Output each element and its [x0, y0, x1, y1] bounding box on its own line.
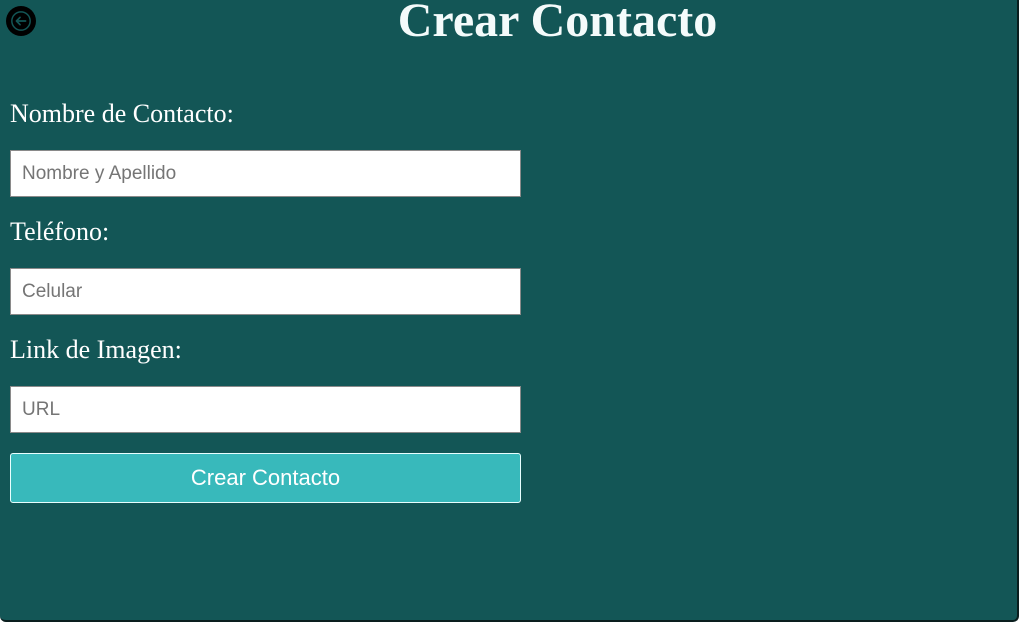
- phone-input[interactable]: [10, 268, 521, 315]
- page-title: Crear Contacto: [397, 0, 718, 47]
- create-contact-button[interactable]: Crear Contacto: [10, 453, 521, 503]
- phone-label: Teléfono:: [10, 217, 110, 246]
- contact-name-label: Nombre de Contacto:: [10, 99, 234, 128]
- contact-name-input[interactable]: [10, 150, 521, 197]
- image-url-input[interactable]: [10, 386, 521, 433]
- create-contact-page: Crear Contacto Nombre de Contacto: Teléf…: [0, 0, 1019, 622]
- image-link-label: Link de Imagen:: [10, 335, 182, 364]
